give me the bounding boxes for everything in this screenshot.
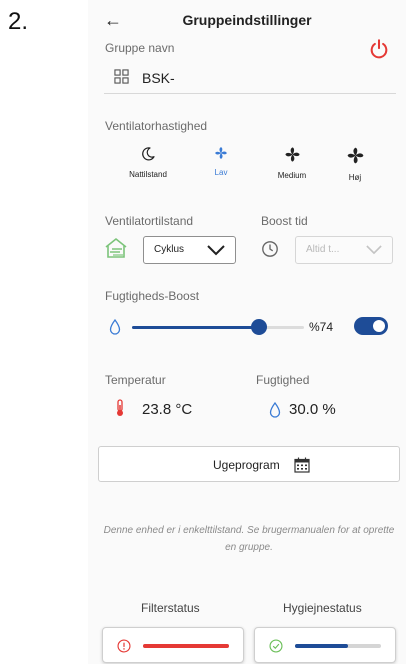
filter-status-card[interactable] bbox=[102, 627, 244, 663]
temperature-value: 23.8 °C bbox=[142, 401, 193, 418]
filter-status-fill bbox=[143, 644, 229, 648]
toggle-knob bbox=[373, 320, 385, 332]
humidity-boost-toggle[interactable] bbox=[354, 317, 388, 335]
humidity-boost-label: Fugtigheds-Boost bbox=[105, 289, 200, 303]
calendar-icon bbox=[294, 457, 310, 473]
week-program-button[interactable]: Ugeprogram bbox=[98, 446, 400, 482]
boost-time-label: Boost tid bbox=[261, 214, 308, 228]
filter-status-label: Filterstatus bbox=[141, 601, 200, 615]
step-number: 2. bbox=[8, 8, 29, 35]
app-header: ← Gruppeindstillinger bbox=[88, 8, 406, 34]
group-settings-panel: ← Gruppeindstillinger Gruppe navn BSK- V… bbox=[88, 0, 406, 664]
fan-mode-value: Cyklus bbox=[154, 244, 185, 255]
group-name-label: Gruppe navn bbox=[105, 41, 175, 55]
slider-thumb[interactable] bbox=[251, 319, 268, 335]
alert-circle-icon bbox=[117, 639, 131, 653]
week-program-label: Ugeprogram bbox=[213, 458, 280, 472]
speed-option-high[interactable]: Høj bbox=[325, 146, 385, 192]
speed-option-label: Nattilstand bbox=[129, 170, 167, 179]
hygiene-status-fill bbox=[295, 644, 349, 648]
water-drop-icon bbox=[269, 402, 281, 418]
hygiene-status-bar bbox=[295, 644, 381, 648]
humidity-label: Fugtighed bbox=[256, 373, 310, 387]
temperature-label: Temperatur bbox=[105, 373, 166, 387]
filter-status-bar bbox=[143, 644, 229, 648]
humidity-boost-slider[interactable] bbox=[132, 319, 304, 335]
grid-icon bbox=[114, 69, 129, 84]
check-circle-icon bbox=[269, 639, 283, 653]
group-name-field[interactable]: BSK- bbox=[104, 60, 396, 94]
speed-option-low[interactable]: Lav bbox=[191, 146, 251, 192]
fan-mode-label: Ventilatortilstand bbox=[105, 214, 194, 228]
humidity-value: 30.0 % bbox=[289, 401, 336, 418]
hygiene-status-label: Hygiejnestatus bbox=[283, 601, 362, 615]
group-name-value: BSK- bbox=[142, 70, 175, 86]
fan-mode-select[interactable]: Cyklus bbox=[143, 236, 236, 264]
water-drop-icon bbox=[109, 319, 121, 335]
fan-icon bbox=[284, 147, 300, 162]
slider-fill bbox=[132, 326, 260, 329]
thermometer-icon bbox=[117, 399, 123, 416]
power-icon[interactable] bbox=[368, 38, 390, 60]
hygiene-status-card[interactable] bbox=[254, 627, 396, 663]
fan-icon bbox=[347, 147, 363, 164]
fan-speed-label: Ventilatorhastighed bbox=[105, 119, 208, 133]
page-title: Gruppeindstillinger bbox=[182, 12, 312, 28]
chevron-down-icon bbox=[366, 245, 382, 255]
house-icon bbox=[105, 238, 127, 258]
speed-option-label: Høj bbox=[348, 173, 362, 182]
moon-icon bbox=[142, 147, 155, 161]
speed-option-medium[interactable]: Medium bbox=[262, 146, 322, 192]
clock-icon bbox=[262, 241, 278, 257]
single-mode-info: Denne enhed er i enkelttilstand. Se brug… bbox=[103, 525, 395, 553]
chevron-down-icon bbox=[207, 245, 225, 256]
fan-icon bbox=[215, 147, 227, 159]
boost-time-select[interactable]: Altid t... bbox=[295, 236, 393, 264]
speed-option-label: Lav bbox=[214, 168, 228, 177]
speed-option-night[interactable]: Nattilstand bbox=[118, 146, 178, 192]
boost-time-placeholder: Altid t... bbox=[306, 244, 340, 255]
humidity-boost-value: %74 bbox=[309, 320, 334, 334]
speed-option-label: Medium bbox=[277, 171, 307, 180]
